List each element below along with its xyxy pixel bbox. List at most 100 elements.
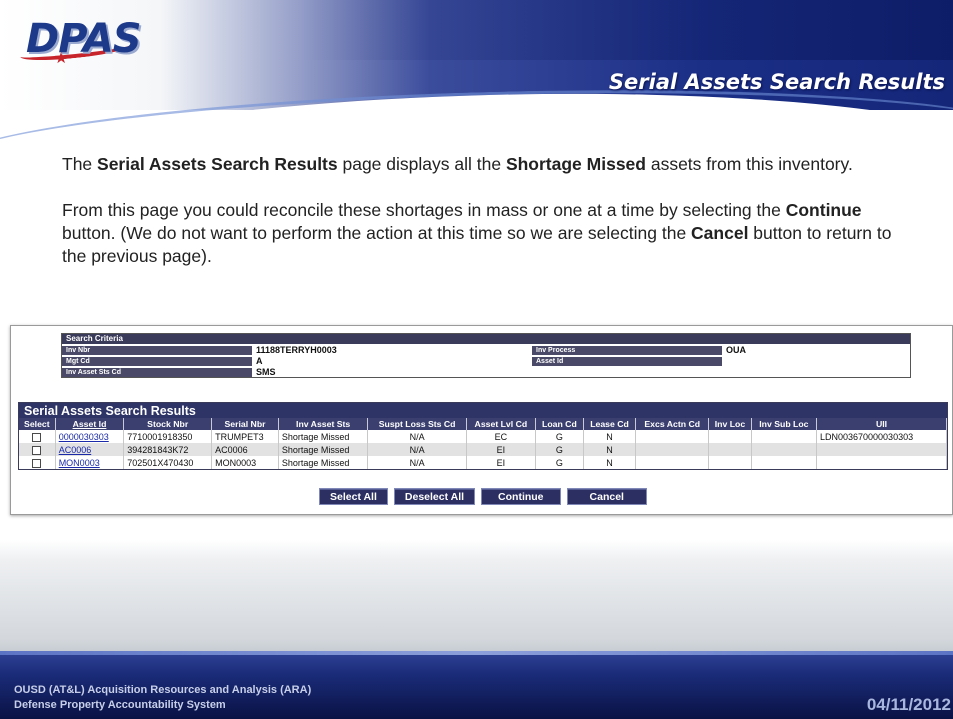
inv-asset-sts-cell: Shortage Missed [278,456,369,469]
criteria-row: Inv Asset Sts Cd SMS [62,366,910,377]
loan-cell: G [535,430,584,443]
column-header[interactable]: Asset Lvl Cd [466,418,537,430]
inv-sub-loc-cell [751,430,818,443]
column-header[interactable]: UII [816,418,947,430]
column-header[interactable]: Lease Cd [583,418,637,430]
inv-loc-cell [708,456,752,469]
column-header[interactable]: Loan Cd [535,418,584,430]
column-header[interactable]: Inv Asset Sts [278,418,369,430]
column-header[interactable]: Suspt Loss Sts Cd [367,418,467,430]
logo-text: DPAS [26,16,142,62]
suspt-loss-cell: N/A [367,430,467,443]
intro-paragraph-2: From this page you could reconcile these… [62,199,902,268]
select-cell [19,456,56,469]
results-title: Serial Assets Search Results [19,403,947,418]
inv-asset-sts-cell: Shortage Missed [278,443,369,456]
column-header[interactable]: Excs Actn Cd [635,418,710,430]
criteria-row: Mgt Cd A Asset Id [62,355,910,366]
text-run: From this page you could reconcile these… [62,200,786,220]
text-run: button. (We do not want to perform the a… [62,223,692,243]
uii-cell: LDN003670000030303 [816,430,947,443]
dpas-logo: ★ DPAS [19,14,150,74]
inv-sub-loc-cell [751,443,818,456]
intro-paragraph-1: The Serial Assets Search Results page di… [62,153,902,176]
header-banner: ★ DPAS Serial Assets Search Results [0,0,953,200]
asset-id-label: Asset Id [532,356,722,366]
continue-button[interactable]: Continue [481,488,561,505]
stock-nbr-cell: 7710001918350 [123,430,213,443]
criteria-row: Inv Nbr 11188TERRYH0003 Inv Process OUA [62,344,910,355]
inv-sub-loc-cell [751,456,818,469]
excs-actn-cell [635,443,710,456]
uii-cell [816,456,947,469]
serial-nbr-cell: TRUMPET3 [211,430,279,443]
loan-cell: G [535,443,584,456]
inv-process-label: Inv Process [532,345,722,355]
column-header[interactable]: Asset Id [55,418,125,430]
excs-actn-cell [635,456,710,469]
loan-cell: G [535,456,584,469]
search-criteria-title: Search Criteria [62,334,910,344]
inv-loc-cell [708,430,752,443]
select-cell [19,430,56,443]
column-header[interactable]: Inv Loc [708,418,752,430]
lease-cell: N [583,443,637,456]
footer-org-line-1: OUSD (AT&L) Acquisition Resources and An… [14,684,312,696]
excs-actn-cell [635,430,710,443]
asset-lvl-cell: EI [466,456,537,469]
inv-nbr-value: 11188TERRYH0003 [256,345,337,355]
select-checkbox[interactable] [32,445,42,455]
uii-cell [816,443,947,456]
results-table: Select Asset Id Stock Nbr Serial Nbr Inv… [19,418,947,469]
mgt-cd-value: A [256,356,263,366]
bold-run: Serial Assets Search Results [97,154,338,174]
bold-run: Shortage Missed [505,154,646,174]
asset-id-link[interactable]: 0000030303 [59,432,109,442]
select-checkbox[interactable] [32,432,42,442]
footer-org-line-2: Defense Property Accountability System [14,699,226,711]
deselect-all-button[interactable]: Deselect All [393,488,476,505]
footer-date: 04/11/2012 [866,695,951,714]
cancel-button[interactable]: Cancel [566,488,647,505]
suspt-loss-cell: N/A [367,456,467,469]
text-run: The [62,154,98,174]
serial-nbr-cell: MON0003 [211,456,279,469]
table-row: AC0006 394281843K72 AC0006 Shortage Miss… [19,443,947,456]
intro-text: The Serial Assets Search Results page di… [62,153,902,291]
asset-lvl-cell: EC [466,430,537,443]
results-panel: Serial Assets Search Results Select Asse… [18,402,948,470]
inv-asset-sts-cell: Shortage Missed [278,430,369,443]
search-criteria: Search Criteria Inv Nbr 11188TERRYH0003 … [61,333,911,378]
table-row: MON0003 702501X470430 MON0003 Shortage M… [19,456,947,469]
screenshot-panel: Search Criteria Inv Nbr 11188TERRYH0003 … [10,325,953,515]
lease-cell: N [583,430,637,443]
inv-nbr-label: Inv Nbr [62,345,252,355]
column-header[interactable]: Serial Nbr [211,418,279,430]
inv-process-value: OUA [726,345,746,355]
column-header[interactable]: Inv Sub Loc [751,418,818,430]
bold-run: Cancel [691,223,749,243]
column-header[interactable]: Stock Nbr [123,418,213,430]
action-buttons: Select All Deselect All Continue Cancel [319,488,647,505]
asset-id-cell: AC0006 [55,443,125,456]
page-title: Serial Assets Search Results [608,70,945,94]
suspt-loss-cell: N/A [367,443,467,456]
lease-cell: N [583,456,637,469]
stock-nbr-cell: 394281843K72 [123,443,213,456]
asset-id-link[interactable]: MON0003 [59,458,100,468]
inv-loc-cell [708,443,752,456]
table-header-row: Select Asset Id Stock Nbr Serial Nbr Inv… [19,418,947,430]
slide: ★ DPAS Serial Assets Search Results The … [0,0,953,719]
select-cell [19,443,56,456]
footer-organization: OUSD (AT&L) Acquisition Resources and An… [14,683,311,713]
bold-run: Continue [785,200,862,220]
column-header[interactable]: Select [19,418,56,430]
asset-id-cell: 0000030303 [55,430,125,443]
asset-id-link[interactable]: AC0006 [59,445,92,455]
table-row: 0000030303 7710001918350 TRUMPET3 Shorta… [19,430,947,443]
select-all-button[interactable]: Select All [319,488,388,505]
mgt-cd-label: Mgt Cd [62,356,252,366]
inv-asset-sts-label: Inv Asset Sts Cd [62,367,252,377]
select-checkbox[interactable] [32,458,42,468]
asset-id-cell: MON0003 [55,456,125,469]
